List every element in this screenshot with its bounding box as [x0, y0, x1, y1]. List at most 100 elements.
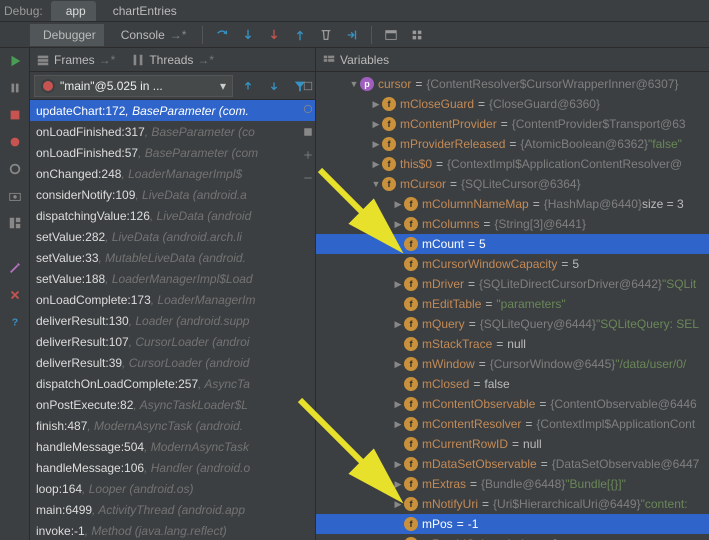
variable-row[interactable]: ▶fmContentResolver = {ContextImpl$Applic… [316, 414, 709, 434]
stack-frame[interactable]: main:6499, ActivityThread (android.app [30, 499, 315, 520]
thread-name: "main"@5.025 in ... [60, 79, 215, 93]
stop-button[interactable] [8, 108, 22, 125]
tab-app[interactable]: app [51, 1, 96, 21]
stack-frame[interactable]: invoke:-1, Method (java.lang.reflect) [30, 520, 315, 540]
stack-frame[interactable]: finish:487, ModernAsyncTask (android. [30, 415, 315, 436]
variable-row[interactable]: ▶fmNotifyUri = {Uri$HierarchicalUri@6449… [316, 494, 709, 514]
console-label: Console [121, 28, 165, 42]
main-area: ? Frames →* Threads →* "main"@5.025 in .… [0, 48, 709, 540]
variable-row[interactable]: ▶fmColumnNameMap = {HashMap@6440} size =… [316, 194, 709, 214]
stack-frame[interactable]: dispatchingValue:126, LiveData (android [30, 205, 315, 226]
gutter-btn[interactable] [302, 149, 314, 164]
variables-panel-header: Variables [316, 48, 709, 72]
variables-icon [322, 53, 336, 67]
variable-row[interactable]: ▼pcursor = {ContentResolver$CursorWrappe… [316, 74, 709, 94]
variable-row[interactable]: fmClosed = false [316, 374, 709, 394]
camera-button[interactable] [8, 189, 22, 206]
thread-selector-row: "main"@5.025 in ... ▾ [30, 72, 315, 100]
debugger-tab-button[interactable]: Debugger [30, 24, 104, 46]
gutter-btn[interactable] [302, 126, 314, 141]
force-step-into-button[interactable] [263, 24, 285, 46]
debugger-label: Debugger [43, 28, 96, 42]
stack-frame[interactable]: onPostExecute:82, AsyncTaskLoader$L [30, 394, 315, 415]
variable-row[interactable]: ▶fmProviderReleased = {AtomicBoolean@636… [316, 134, 709, 154]
debug-toolbar: Debugger Console →* [0, 22, 709, 48]
variable-row[interactable]: ▶fmContentObservable = {ContentObservabl… [316, 394, 709, 414]
debug-label: Debug: [4, 4, 43, 18]
chevron-down-icon: ▾ [220, 79, 226, 93]
step-into-button[interactable] [237, 24, 259, 46]
mute-breakpoints-button[interactable] [8, 162, 22, 179]
run-to-cursor-button[interactable] [341, 24, 363, 46]
gutter-btn[interactable] [302, 172, 314, 187]
frames-header-label: Frames [54, 53, 95, 67]
console-tab-button[interactable]: Console →* [108, 24, 195, 46]
variable-row[interactable]: fmRowIdColumnIndex = 0 [316, 534, 709, 540]
pause-button[interactable] [8, 81, 22, 98]
stack-frame[interactable]: handleMessage:106, Handler (android.o [30, 457, 315, 478]
stack-frame[interactable]: handleMessage:504, ModernAsyncTask [30, 436, 315, 457]
frames-panel: Frames →* Threads →* "main"@5.025 in ...… [30, 48, 316, 540]
close-button[interactable] [8, 288, 22, 305]
variable-row[interactable]: ▶fmDriver = {SQLiteDirectCursorDriver@64… [316, 274, 709, 294]
variable-row[interactable]: ▶fmCloseGuard = {CloseGuard@6360} [316, 94, 709, 114]
stack-frames-list[interactable]: updateChart:172, BaseParameter (com.onLo… [30, 100, 315, 540]
gutter-btn[interactable] [302, 80, 314, 95]
stack-frame[interactable]: onLoadFinished:57, BaseParameter (com [30, 142, 315, 163]
stack-frame[interactable]: deliverResult:130, Loader (android.supp [30, 310, 315, 331]
variable-row[interactable]: ▶fmColumns = {String[3]@6441} [316, 214, 709, 234]
threads-icon [131, 53, 145, 67]
prev-frame-button[interactable] [237, 75, 259, 97]
tab-chart-entries[interactable]: chartEntries [98, 1, 187, 21]
next-frame-button[interactable] [263, 75, 285, 97]
settings-button[interactable] [406, 24, 428, 46]
drop-frame-button[interactable] [315, 24, 337, 46]
stack-frame[interactable]: setValue:33, MutableLiveData (android. [30, 247, 315, 268]
magic-wand-button[interactable] [8, 261, 22, 278]
thread-selector[interactable]: "main"@5.025 in ... ▾ [34, 75, 233, 97]
variable-row[interactable]: fmEditTable = "parameters" [316, 294, 709, 314]
variables-tree[interactable]: ▼pcursor = {ContentResolver$CursorWrappe… [316, 72, 709, 540]
stack-frame[interactable]: onLoadComplete:173, LoaderManagerIm [30, 289, 315, 310]
variable-row[interactable]: ▼fmCursor = {SQLiteCursor@6364} [316, 174, 709, 194]
stack-frame[interactable]: deliverResult:107, CursorLoader (androi [30, 331, 315, 352]
variables-header-label: Variables [340, 53, 389, 67]
tab-label: app [66, 4, 86, 18]
evaluate-button[interactable] [380, 24, 402, 46]
gutter-btn[interactable] [302, 103, 314, 118]
stack-frame[interactable]: setValue:188, LoaderManagerImpl$Load [30, 268, 315, 289]
debug-tabs-bar: Debug: app chartEntries [0, 0, 709, 22]
stack-frame[interactable]: setValue:282, LiveData (android.arch.li [30, 226, 315, 247]
variable-row[interactable]: fmCurrentRowID = null [316, 434, 709, 454]
view-breakpoints-button[interactable] [8, 135, 22, 152]
threads-header-label: Threads [149, 53, 193, 67]
stack-frame[interactable]: dispatchOnLoadComplete:257, AsyncTa [30, 373, 315, 394]
frames-icon [36, 53, 50, 67]
variable-row[interactable]: fmStackTrace = null [316, 334, 709, 354]
frames-panel-header: Frames →* Threads →* [30, 48, 315, 72]
step-out-button[interactable] [289, 24, 311, 46]
variable-row[interactable]: ▶fmContentProvider = {ContentProvider$Tr… [316, 114, 709, 134]
variable-row[interactable]: ▶fmWindow = {CursorWindow@6445} "/data/u… [316, 354, 709, 374]
stack-frame[interactable]: deliverResult:39, CursorLoader (android [30, 352, 315, 373]
variable-row[interactable]: ▶fmQuery = {SQLiteQuery@6444} "SQLiteQue… [316, 314, 709, 334]
debug-left-gutter: ? [0, 48, 30, 540]
variable-row[interactable]: ▶fthis$0 = {ContextImpl$ApplicationConte… [316, 154, 709, 174]
variable-row[interactable]: fmPos = -1 [316, 514, 709, 534]
tab-label: chartEntries [113, 4, 177, 18]
variable-row[interactable]: fmCount = 5 [316, 234, 709, 254]
stack-frame[interactable]: updateChart:172, BaseParameter (com. [30, 100, 315, 121]
variable-row[interactable]: ▶fmExtras = {Bundle@6448} "Bundle[{}]" [316, 474, 709, 494]
breakpoint-icon [41, 79, 55, 93]
variable-row[interactable]: fmCursorWindowCapacity = 5 [316, 254, 709, 274]
step-over-button[interactable] [211, 24, 233, 46]
help-button[interactable]: ? [8, 315, 22, 332]
variable-row[interactable]: ▶fmDataSetObservable = {DataSetObservabl… [316, 454, 709, 474]
stack-frame[interactable]: onLoadFinished:317, BaseParameter (co [30, 121, 315, 142]
mid-gutter [300, 80, 316, 187]
resume-button[interactable] [8, 54, 22, 71]
stack-frame[interactable]: considerNotify:109, LiveData (android.a [30, 184, 315, 205]
stack-frame[interactable]: onChanged:248, LoaderManagerImpl$ [30, 163, 315, 184]
stack-frame[interactable]: loop:164, Looper (android.os) [30, 478, 315, 499]
layout-button[interactable] [8, 216, 22, 233]
